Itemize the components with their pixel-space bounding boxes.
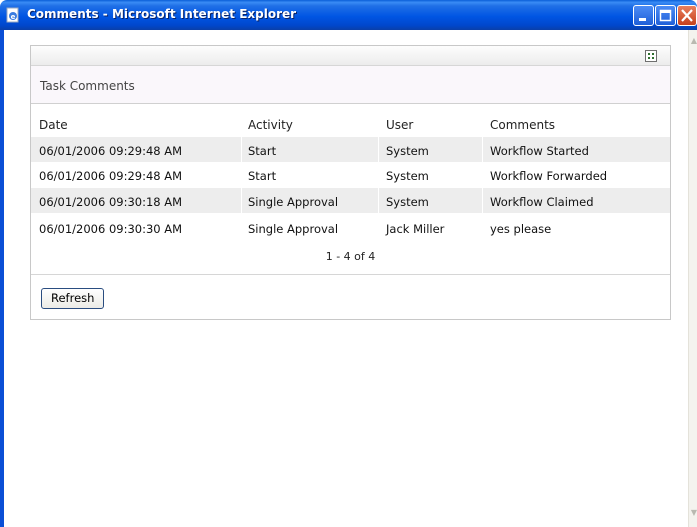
scroll-down-icon[interactable]: ▼ bbox=[690, 508, 697, 518]
cell-activity: Single Approval bbox=[248, 195, 339, 209]
cell-date: 06/01/2006 09:30:30 AM bbox=[39, 222, 183, 236]
column-header-user: User bbox=[386, 118, 414, 132]
cell-date: 06/01/2006 09:29:48 AM bbox=[39, 169, 183, 183]
cell-user: System bbox=[386, 169, 429, 183]
cell-activity: Start bbox=[248, 144, 277, 158]
minimize-icon bbox=[639, 18, 646, 21]
column-divider bbox=[241, 137, 242, 214]
task-comments-panel: Task Comments Date Activity User Comment… bbox=[30, 45, 671, 320]
cell-activity: Single Approval bbox=[248, 222, 339, 236]
panel-toolbar bbox=[31, 46, 670, 66]
column-divider bbox=[482, 137, 483, 214]
window-frame-left bbox=[0, 30, 4, 527]
cell-user: System bbox=[386, 144, 429, 158]
close-icon bbox=[681, 9, 693, 22]
column-header-date: Date bbox=[39, 118, 68, 132]
column-divider bbox=[378, 137, 379, 214]
panel-title: Task Comments bbox=[40, 79, 135, 93]
close-button[interactable] bbox=[677, 5, 697, 26]
panel-header: Task Comments bbox=[31, 66, 670, 104]
ie-page-icon: e bbox=[6, 7, 19, 23]
grid-view-icon[interactable] bbox=[645, 50, 657, 62]
cell-date: 06/01/2006 09:30:18 AM bbox=[39, 195, 183, 209]
maximize-icon bbox=[659, 9, 672, 22]
svg-text:e: e bbox=[11, 13, 16, 21]
cell-comments: Workflow Started bbox=[490, 144, 589, 158]
window-title: Comments - Microsoft Internet Explorer bbox=[27, 7, 297, 21]
scroll-up-icon[interactable]: ▲ bbox=[690, 36, 697, 46]
cell-comments: Workflow Forwarded bbox=[490, 169, 608, 183]
cell-comments: Workflow Claimed bbox=[490, 195, 594, 209]
column-header-activity: Activity bbox=[248, 118, 293, 132]
cell-user: Jack Miller bbox=[386, 222, 445, 236]
pagination-info: 1 - 4 of 4 bbox=[325, 250, 376, 263]
column-header-comments: Comments bbox=[490, 118, 556, 132]
maximize-button[interactable] bbox=[655, 5, 676, 26]
window-titlebar[interactable]: e Comments - Microsoft Internet Explorer bbox=[0, 0, 697, 30]
divider bbox=[31, 274, 670, 275]
cell-activity: Start bbox=[248, 169, 277, 183]
cell-comments: yes please bbox=[490, 222, 552, 236]
vertical-scrollbar[interactable]: ▲ ▼ bbox=[688, 30, 697, 527]
cell-user: System bbox=[386, 195, 429, 209]
refresh-button[interactable]: Refresh bbox=[41, 288, 105, 309]
minimize-button[interactable] bbox=[633, 5, 654, 26]
cell-date: 06/01/2006 09:29:48 AM bbox=[39, 144, 183, 158]
